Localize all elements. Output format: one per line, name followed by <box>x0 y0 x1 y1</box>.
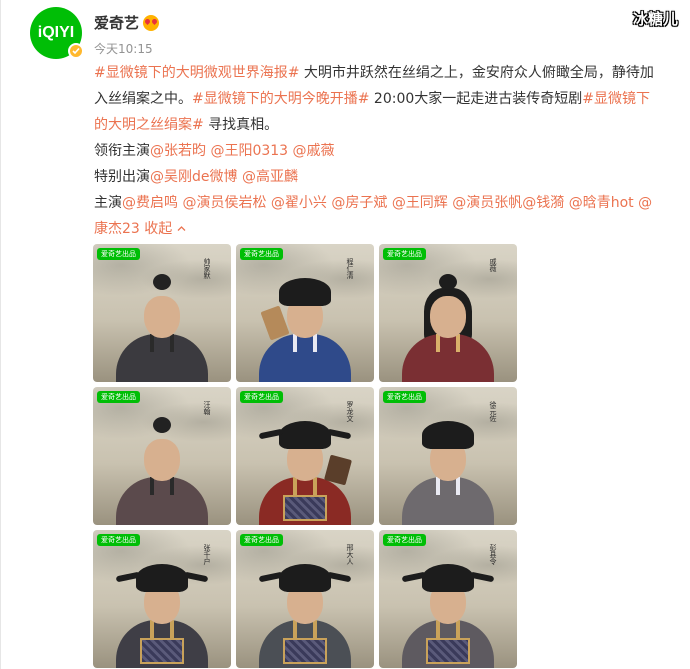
face <box>144 439 180 481</box>
mention-link[interactable]: @演员侯岩松 <box>182 195 266 211</box>
iqiyi-logo: iQIYI <box>37 24 75 41</box>
iqiyi-badge: 爱奇艺出品 <box>383 534 426 546</box>
fan-prop <box>324 454 352 486</box>
character-figure <box>110 556 214 668</box>
username-text[interactable]: 爱奇艺 <box>94 12 139 33</box>
mention-link[interactable]: @费启鸣 <box>122 195 178 211</box>
mention-link[interactable]: @晗青hot <box>569 195 634 211</box>
face <box>430 296 466 338</box>
post-text-segment: 20:00大家一起走进古装传奇短剧 <box>369 91 583 107</box>
lead-cast-line: 领衔主演@张若昀 @王阳0313 @戚薇 <box>94 138 659 164</box>
post-text-segment: 寻找真相。 <box>203 117 279 133</box>
poster-thumbnail[interactable]: 爱奇艺出品 张千户 <box>93 530 231 668</box>
poster-thumbnail[interactable]: 爱奇艺出品 帅家默 <box>93 244 231 382</box>
watermark: 冰糖儿 <box>632 10 678 28</box>
poster-thumbnail[interactable]: 爱奇艺出品 彭县令 <box>379 530 517 668</box>
hat <box>422 421 474 449</box>
hat <box>279 421 331 449</box>
special-cast-label: 特别出演 <box>94 169 150 185</box>
mention-link[interactable]: @王阳0313 <box>210 143 288 159</box>
hat <box>279 278 331 306</box>
poster-thumbnail[interactable]: 爱奇艺出品 罗龙文 <box>236 387 374 525</box>
character-figure <box>253 556 357 668</box>
poster-thumbnail[interactable]: 爱奇艺出品 戚薇 <box>379 244 517 382</box>
chevron-up-icon <box>177 226 186 231</box>
character-figure <box>110 270 214 382</box>
lead-cast-label: 领衔主演 <box>94 143 150 159</box>
mention-link[interactable]: @演员张帆 <box>452 195 522 211</box>
hat <box>422 564 474 592</box>
character-figure <box>396 270 500 382</box>
mention-link[interactable]: @张若昀 <box>150 143 206 159</box>
hair-bun <box>153 417 171 433</box>
character-figure <box>396 556 500 668</box>
iqiyi-badge: 爱奇艺出品 <box>240 248 283 260</box>
hashtag-link[interactable]: #显微镜下的大明今晚开播# <box>192 91 369 107</box>
collapse-button[interactable]: 收起 <box>144 221 186 237</box>
iqiyi-badge: 爱奇艺出品 <box>97 248 140 260</box>
verified-badge-icon <box>68 43 84 59</box>
image-grid: 爱奇艺出品 帅家默 爱奇艺出品 程仁清 爱奇艺出品 戚薇 爱奇艺出品 汪翰 爱奇艺出品 罗龙文 爱奇… <box>93 244 518 668</box>
mention-link[interactable]: @戚薇 <box>293 143 335 159</box>
character-figure <box>253 270 357 382</box>
mention-link[interactable]: @翟小兴 <box>271 195 327 211</box>
collapse-label[interactable]: 收起 <box>144 221 172 237</box>
post-time[interactable]: 今天10:15 <box>94 40 153 57</box>
poster-thumbnail[interactable]: 爱奇艺出品 邢大人 <box>236 530 374 668</box>
character-figure <box>253 413 357 525</box>
poster-thumbnail[interactable]: 爱奇艺出品 汪翰 <box>93 387 231 525</box>
character-figure <box>396 413 500 525</box>
hair-bun <box>439 274 457 290</box>
rank-badge <box>426 638 470 664</box>
iqiyi-badge: 爱奇艺出品 <box>240 534 283 546</box>
main-cast-line: 主演@费启鸣 @演员侯岩松 @翟小兴 @房子斌 @王同辉 @演员张帆@钱漪 @晗… <box>94 190 659 242</box>
hashtag-link[interactable]: #显微镜下的大明微观世界海报# <box>94 65 299 81</box>
post-text: #显微镜下的大明微观世界海报# 大明市井跃然在丝绢之上，金安府众人俯瞰全局，静待… <box>94 60 659 242</box>
mention-link[interactable]: @高亚麟 <box>242 169 298 185</box>
iqiyi-badge: 爱奇艺出品 <box>383 391 426 403</box>
face <box>144 296 180 338</box>
weibo-post-card: iQIYI 爱奇艺 今天10:15 冰糖儿 #显微镜下的大明微观世界海报# 大明… <box>0 0 690 669</box>
post-paragraph-main: #显微镜下的大明微观世界海报# 大明市井跃然在丝绢之上，金安府众人俯瞰全局，静待… <box>94 60 659 138</box>
poster-thumbnail[interactable]: 爱奇艺出品 程仁清 <box>236 244 374 382</box>
iqiyi-badge: 爱奇艺出品 <box>97 391 140 403</box>
username[interactable]: 爱奇艺 <box>94 12 160 33</box>
scroll-prop <box>260 305 290 341</box>
main-cast-label: 主演 <box>94 195 122 211</box>
iqiyi-badge: 爱奇艺出品 <box>97 534 140 546</box>
mention-link[interactable]: @吴刚de微博 <box>150 169 238 185</box>
rank-badge <box>283 638 327 664</box>
heart-eyes-emoji-icon <box>143 14 160 31</box>
rank-badge <box>140 638 184 664</box>
hair-bun <box>153 274 171 290</box>
mention-link[interactable]: @钱漪 <box>522 195 564 211</box>
rank-badge <box>283 495 327 521</box>
hat <box>136 564 188 592</box>
poster-thumbnail[interactable]: 爱奇艺出品 徐元佐 <box>379 387 517 525</box>
mention-link[interactable]: @王同辉 <box>392 195 448 211</box>
character-figure <box>110 413 214 525</box>
special-cast-line: 特别出演@吴刚de微博 @高亚麟 <box>94 164 659 190</box>
iqiyi-badge: 爱奇艺出品 <box>240 391 283 403</box>
mention-link[interactable]: @房子斌 <box>331 195 387 211</box>
iqiyi-badge: 爱奇艺出品 <box>383 248 426 260</box>
hat <box>279 564 331 592</box>
